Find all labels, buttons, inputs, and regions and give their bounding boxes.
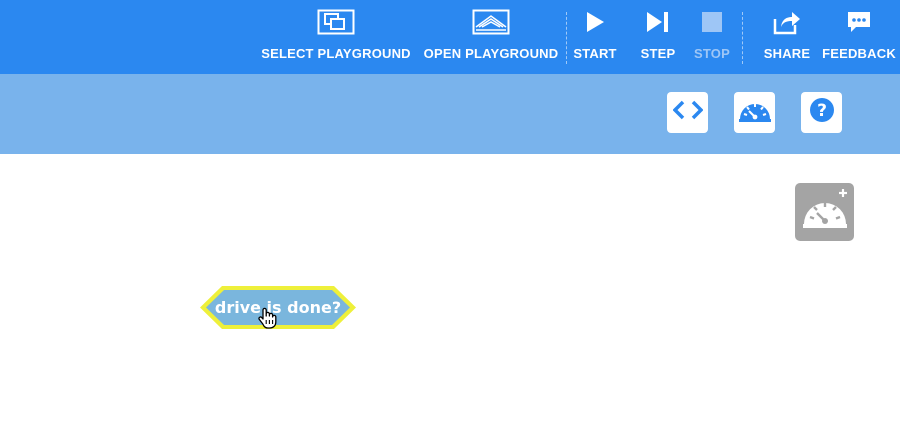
- play-icon: [584, 0, 606, 44]
- step-label: STEP: [640, 46, 676, 61]
- block-workspace[interactable]: [0, 154, 900, 425]
- open-playground-icon: [472, 0, 510, 44]
- dashboard-icon: [738, 97, 772, 128]
- help-button[interactable]: ?: [801, 92, 842, 133]
- toolbar-divider: [566, 12, 567, 64]
- select-playground-label: SELECT PLAYGROUND: [261, 46, 411, 61]
- dashboard-button[interactable]: [734, 92, 775, 133]
- hand-cursor-icon: [256, 306, 280, 335]
- toolbar-divider: [742, 12, 743, 64]
- open-playground-label: OPEN PLAYGROUND: [423, 46, 559, 61]
- dashboard-add-icon: [800, 188, 850, 237]
- feedback-button[interactable]: FEEDBACK: [822, 0, 896, 74]
- share-button[interactable]: SHARE: [760, 0, 814, 74]
- help-icon: ?: [809, 97, 835, 128]
- feedback-label: FEEDBACK: [822, 46, 896, 61]
- step-button[interactable]: STEP: [636, 0, 680, 74]
- stop-icon: [701, 0, 723, 44]
- start-button[interactable]: START: [572, 0, 618, 74]
- select-playground-icon: [317, 0, 355, 44]
- select-playground-button[interactable]: SELECT PLAYGROUND: [261, 0, 411, 74]
- stop-button[interactable]: STOP: [690, 0, 734, 74]
- code-view-button[interactable]: [667, 92, 708, 133]
- top-toolbar: SELECT PLAYGROUND OPEN PLAYGROUND START: [0, 0, 900, 74]
- chat-bubble-icon: [846, 0, 872, 44]
- share-label: SHARE: [763, 46, 811, 61]
- secondary-toolbar: ?: [0, 74, 900, 154]
- code-icon: [672, 99, 703, 126]
- step-icon: [645, 0, 671, 44]
- add-dashboard-button[interactable]: [795, 183, 854, 241]
- start-label: START: [573, 46, 617, 61]
- share-icon: [773, 0, 801, 44]
- open-playground-button[interactable]: OPEN PLAYGROUND: [420, 0, 562, 74]
- svg-text:?: ?: [817, 101, 827, 121]
- stop-label: STOP: [694, 46, 730, 61]
